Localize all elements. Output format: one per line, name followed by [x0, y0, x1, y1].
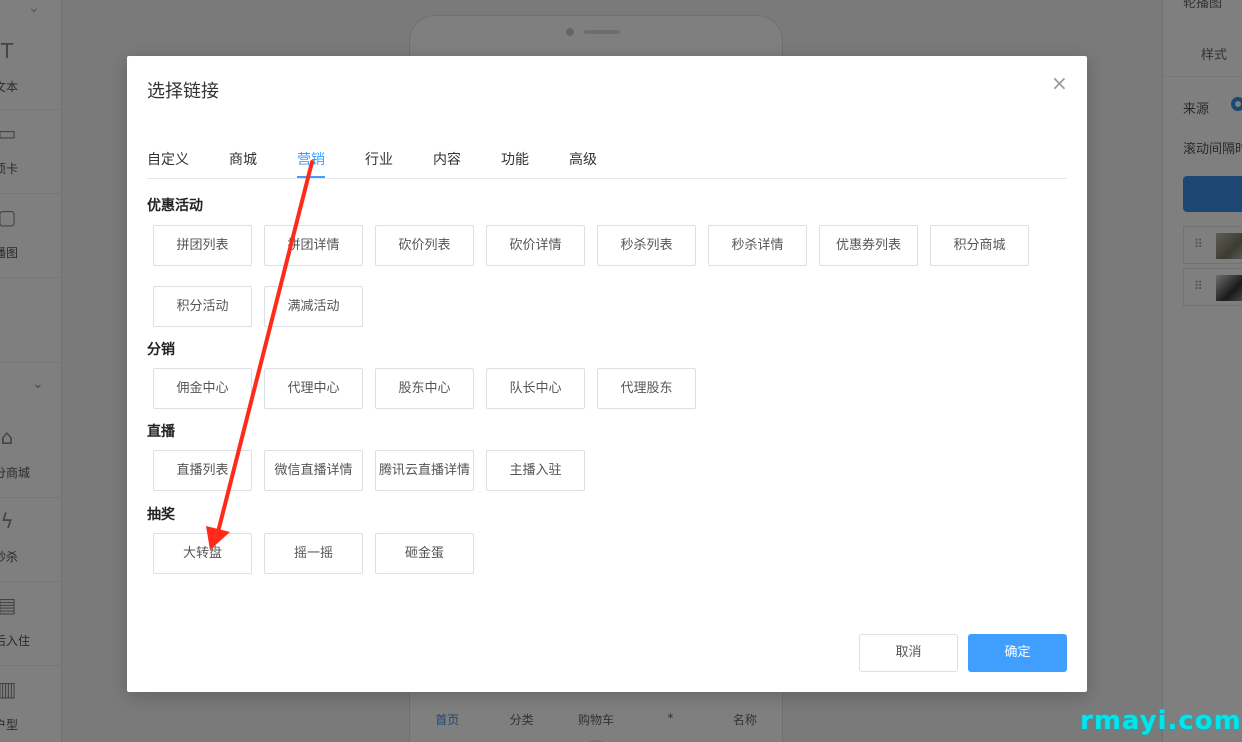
link-group-buy-detail[interactable]: 拼团详情 — [264, 225, 363, 266]
tab-marketing[interactable]: 营销 — [297, 149, 325, 179]
link-tencent-live-detail[interactable]: 腾讯云直播详情 — [375, 450, 474, 491]
link-golden-egg[interactable]: 砸金蛋 — [375, 533, 474, 574]
cancel-button[interactable]: 取消 — [859, 634, 958, 672]
link-coupon-list[interactable]: 优惠券列表 — [819, 225, 918, 266]
tab-industry[interactable]: 行业 — [365, 149, 393, 179]
link-tabs: 自定义 商城 营销 行业 内容 功能 高级 — [147, 149, 1067, 179]
tab-mall[interactable]: 商城 — [229, 149, 257, 179]
section-title-distribution: 分销 — [147, 342, 175, 358]
link-flash-sale-list[interactable]: 秒杀列表 — [597, 225, 696, 266]
link-agent-center[interactable]: 代理中心 — [264, 368, 363, 409]
dialog-title: 选择链接 — [147, 81, 219, 102]
tab-function[interactable]: 功能 — [501, 149, 529, 179]
link-group-buy-list[interactable]: 拼团列表 — [153, 225, 252, 266]
link-discount-activity[interactable]: 满减活动 — [264, 286, 363, 327]
tab-advanced[interactable]: 高级 — [569, 149, 597, 179]
link-commission-center[interactable]: 佣金中心 — [153, 368, 252, 409]
tab-content[interactable]: 内容 — [433, 149, 461, 179]
link-flash-sale-detail[interactable]: 秒杀详情 — [708, 225, 807, 266]
tab-custom[interactable]: 自定义 — [147, 149, 189, 179]
watermark: rmayi.com — [1080, 706, 1242, 736]
link-bargain-detail[interactable]: 砍价详情 — [486, 225, 585, 266]
close-icon[interactable]: × — [1051, 72, 1068, 94]
link-captain-center[interactable]: 队长中心 — [486, 368, 585, 409]
link-live-list[interactable]: 直播列表 — [153, 450, 252, 491]
active-tab-indicator — [297, 176, 325, 178]
select-link-dialog: 选择链接 × 自定义 商城 营销 行业 内容 功能 高级 优惠活动 拼团列表 拼… — [127, 56, 1087, 692]
link-wechat-live-detail[interactable]: 微信直播详情 — [264, 450, 363, 491]
section-title-lottery: 抽奖 — [147, 507, 175, 523]
link-points-activity[interactable]: 积分活动 — [153, 286, 252, 327]
link-bargain-list[interactable]: 砍价列表 — [375, 225, 474, 266]
link-big-wheel[interactable]: 大转盘 — [153, 533, 252, 574]
link-streamer-join[interactable]: 主播入驻 — [486, 450, 585, 491]
link-shareholder-center[interactable]: 股东中心 — [375, 368, 474, 409]
section-title-promotions: 优惠活动 — [147, 198, 203, 214]
section-title-live: 直播 — [147, 424, 175, 440]
confirm-button[interactable]: 确定 — [968, 634, 1067, 672]
link-shake[interactable]: 摇一摇 — [264, 533, 363, 574]
link-points-mall[interactable]: 积分商城 — [930, 225, 1029, 266]
link-agent-shareholder[interactable]: 代理股东 — [597, 368, 696, 409]
